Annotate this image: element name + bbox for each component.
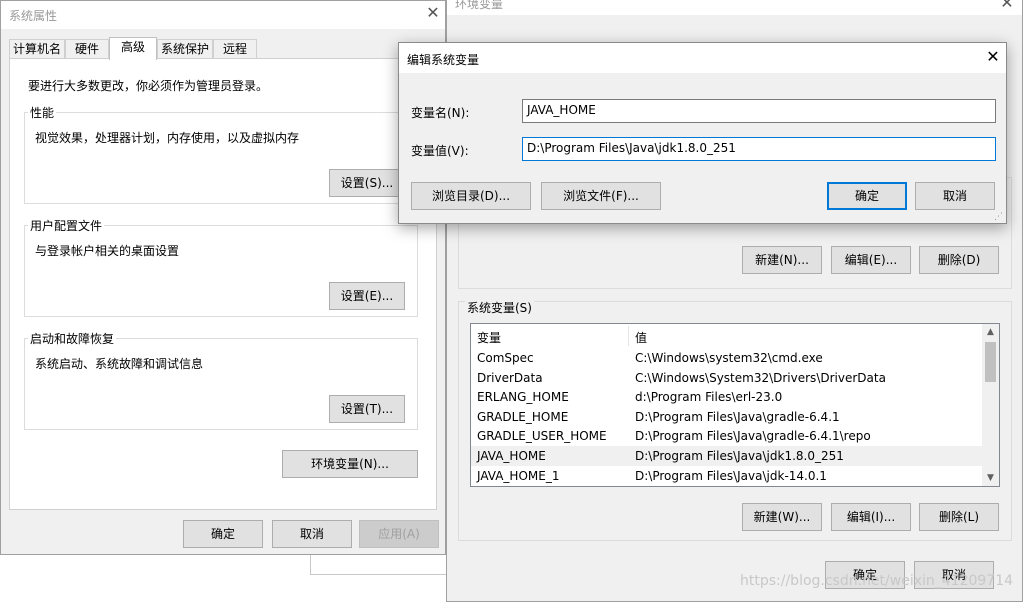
admin-note: 要进行大多数更改，你必须作为管理员登录。 [28, 79, 269, 93]
sys-apply-button[interactable]: 应用(A) [359, 520, 439, 548]
system-properties-titlebar: 系统属性 ✕ [1, 1, 445, 29]
column-separator[interactable] [628, 326, 629, 346]
tab-system-protection[interactable]: 系统保护 [157, 39, 213, 59]
edit-dialog-title: 编辑系统变量 [407, 53, 480, 67]
variable-name-cell: GRADLE_HOME [477, 409, 569, 424]
environment-variables-button[interactable]: 环境变量(N)... [282, 450, 418, 478]
table-row[interactable]: GRADLE_USER_HOME D:\Program Files\Java\gr… [471, 426, 983, 446]
variable-value-cell: D:\Program Files\Java\gradle-6.4.1 [635, 409, 840, 424]
env-window-title: 环境变量 [455, 0, 504, 11]
scroll-thumb[interactable] [985, 342, 996, 382]
user-profile-desc: 与登录帐户相关的桌面设置 [35, 244, 180, 258]
resize-grip-icon[interactable]: ⋰ [994, 212, 1003, 222]
tab-remote[interactable]: 远程 [213, 39, 257, 59]
variable-name-cell: JAVA_HOME [477, 449, 546, 463]
variable-value-cell: D:\Program Files\Java\jdk1.8.0_251 [635, 449, 844, 463]
close-icon[interactable]: ✕ [995, 0, 1019, 15]
variable-value-cell: C:\Windows\System32\Drivers\DriverData [635, 370, 886, 385]
close-icon[interactable]: ✕ [981, 47, 1005, 69]
variable-name-cell: ComSpec [477, 351, 534, 365]
user-profile-settings-button[interactable]: 设置(E)... [329, 282, 405, 310]
env-titlebar: 环境变量 ✕ [447, 0, 1022, 15]
variable-name-cell: JAVA_HOME_1 [477, 468, 560, 483]
browse-file-button[interactable]: 浏览文件(F)... [541, 182, 661, 210]
scrollbar[interactable]: ▲ ▼ [982, 324, 999, 486]
performance-desc: 视觉效果，处理器计划，内存使用，以及虚拟内存 [35, 131, 300, 145]
table-row[interactable]: JAVA_HOME D:\Program Files\Java\jdk1.8.0_… [471, 446, 983, 466]
table-row[interactable]: ERLANG_HOME d:\Program Files\erl-23.0 [471, 387, 983, 407]
startup-title: 启动和故障恢复 [28, 330, 117, 347]
system-variables-title: 系统变量(S) [465, 299, 534, 316]
column-header-variable[interactable]: 变量 [477, 329, 501, 346]
variable-value-cell: d:\Program Files\erl-23.0 [635, 390, 783, 405]
window-title: 系统属性 [9, 9, 58, 23]
tab-computer-name[interactable]: 计算机名 [9, 39, 65, 59]
table-row[interactable]: JAVA_HOME_1 D:\Program Files\Java\jdk-14.… [471, 466, 983, 486]
variable-name-label: 变量名(N): [411, 106, 470, 120]
chevron-up-icon[interactable]: ▲ [982, 324, 999, 340]
variable-value-field[interactable]: D:\Program Files\Java\jdk1.8.0_251 [522, 137, 996, 161]
variable-value-cell: D:\Program Files\Java\jdk-14.0.1 [635, 468, 827, 483]
browse-directory-button[interactable]: 浏览目录(D)... [411, 182, 531, 210]
startup-desc: 系统启动、系统故障和调试信息 [35, 357, 204, 371]
user-edit-button[interactable]: 编辑(E)... [831, 246, 911, 274]
system-properties-window: 系统属性 ✕ 计算机名 硬件 高级 系统保护 远程 要进行大多数更改，你必须作为… [0, 0, 446, 555]
startup-group: 系统启动、系统故障和调试信息 设置(T)... [24, 338, 418, 430]
table-row[interactable]: ComSpec C:\Windows\system32\cmd.exe [471, 348, 983, 368]
sys-cancel-button[interactable]: 取消 [272, 520, 352, 548]
startup-settings-button[interactable]: 设置(T)... [329, 395, 405, 423]
table-row[interactable]: GRADLE_HOME D:\Program Files\Java\gradle-… [471, 407, 983, 427]
edit-ok-button[interactable]: 确定 [827, 182, 907, 210]
list-header: 变量 值 [471, 324, 985, 348]
tab-advanced[interactable]: 高级 [109, 37, 157, 60]
system-variables-list[interactable]: 变量 值 ComSpec C:\Windows\system32\cmd.exe D… [470, 323, 1000, 487]
watermark: https://blog.csdn.net/weixin_41209714 [740, 573, 1014, 589]
edit-dialog-titlebar: 编辑系统变量 ✕ [399, 43, 1006, 73]
edit-system-variable-dialog: 编辑系统变量 ✕ 变量名(N): JAVA_HOME 变量值(V): D:\Pr… [398, 42, 1007, 224]
table-row[interactable]: DriverData C:\Windows\System32\Drivers\Dr… [471, 368, 983, 388]
variable-value-cell: C:\Windows\system32\cmd.exe [635, 351, 823, 365]
column-header-value[interactable]: 值 [635, 329, 647, 346]
system-edit-button[interactable]: 编辑(I)... [831, 503, 911, 531]
tab-hardware[interactable]: 硬件 [65, 39, 109, 59]
variable-name-cell: DriverData [477, 370, 543, 385]
variable-name-cell: ERLANG_HOME [477, 390, 569, 405]
variable-name-cell: GRADLE_USER_HOME [477, 429, 607, 444]
system-new-button[interactable]: 新建(W)... [742, 503, 822, 531]
chevron-down-icon[interactable]: ▼ [982, 470, 999, 486]
user-profile-group: 与登录帐户相关的桌面设置 设置(E)... [24, 225, 418, 317]
user-new-button[interactable]: 新建(N)... [742, 246, 822, 274]
variable-value-cell: D:\Program Files\Java\gradle-6.4.1\repo [635, 429, 871, 444]
edit-cancel-button[interactable]: 取消 [915, 182, 995, 210]
performance-settings-button[interactable]: 设置(S)... [329, 169, 405, 197]
system-delete-button[interactable]: 删除(L) [919, 503, 999, 531]
close-icon[interactable]: ✕ [421, 3, 445, 25]
variable-name-field[interactable]: JAVA_HOME [522, 99, 996, 123]
variable-value-label: 变量值(V): [411, 144, 469, 158]
sys-ok-button[interactable]: 确定 [183, 520, 263, 548]
advanced-tab-panel: 要进行大多数更改，你必须作为管理员登录。 视觉效果，处理器计划，内存使用，以及虚… [9, 58, 437, 510]
performance-title: 性能 [28, 104, 57, 121]
user-delete-button[interactable]: 删除(D) [919, 246, 999, 274]
performance-group: 视觉效果，处理器计划，内存使用，以及虚拟内存 设置(S)... [24, 112, 418, 204]
user-profile-title: 用户配置文件 [28, 217, 105, 234]
